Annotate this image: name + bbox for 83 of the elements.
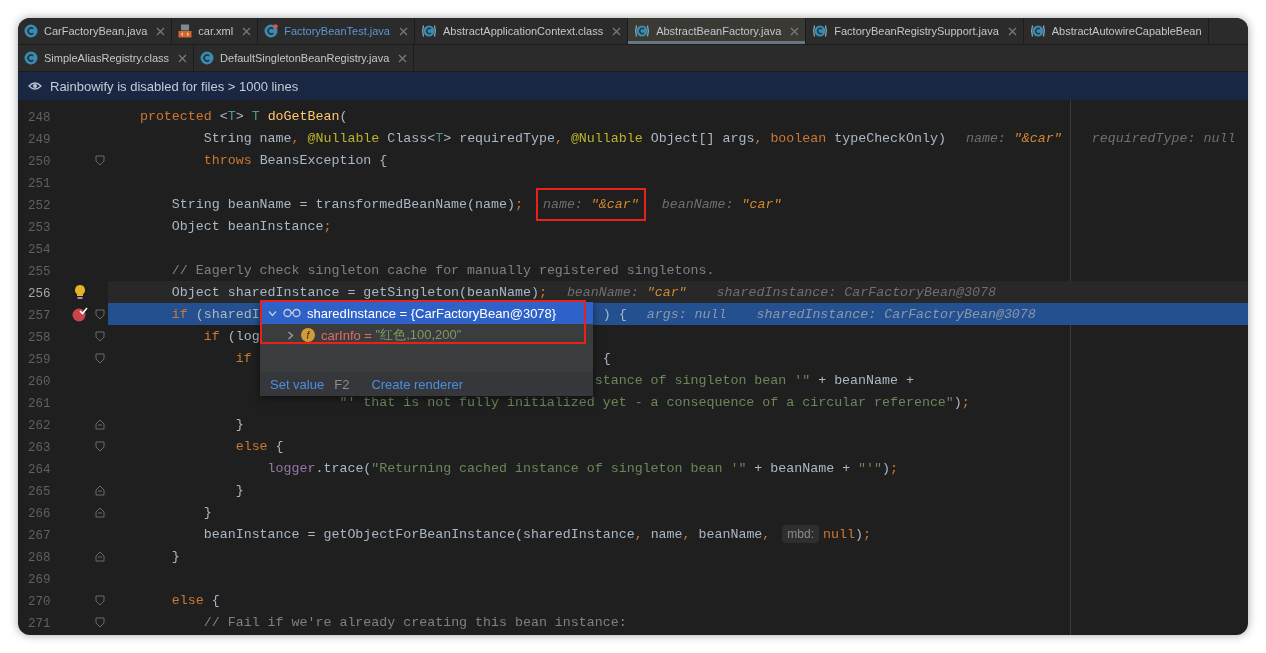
editor-tab[interactable]: AbstractBeanFactory.java: [628, 18, 807, 44]
inlay-hint: beanName: "car": [566, 284, 687, 300]
inlay-hint: requiredType: null: [1091, 130, 1236, 146]
action-link[interactable]: Set value: [270, 376, 325, 392]
file-icon: [264, 24, 279, 38]
file-icon: [812, 24, 829, 38]
code-text: String beanName = transformedBeanName(name);: [171, 196, 523, 212]
code-text: {: [602, 350, 611, 366]
line-number: 269: [28, 573, 51, 587]
shortcut-hint: F2: [334, 376, 350, 392]
line-number: 270: [28, 595, 51, 609]
code-text: null);: [823, 526, 871, 542]
file-icon: [200, 51, 215, 65]
line-number: 265: [28, 485, 51, 499]
code-text: }: [235, 482, 244, 498]
code-text: if (sharedI: [171, 306, 260, 322]
code-text: // Fail if we're already creating this bean instance:: [203, 614, 627, 630]
code-text: Object beanInstance;: [171, 218, 332, 234]
code-text: String name, @Nullable Class<T> requiredType, @Nullable Object[] args, boolean typeCheckOnly): [203, 130, 946, 146]
file-icon: [24, 51, 38, 65]
code-text: ) {: [602, 306, 627, 322]
code-text: else {: [171, 592, 220, 608]
parameter-hint: mbd:: [782, 525, 820, 543]
line-number: 268: [28, 551, 51, 565]
file-icon: [1029, 24, 1046, 38]
inlay-hint: sharedInstance: CarFactoryBean@3078: [716, 284, 996, 300]
editor-tab[interactable]: CarFactoryBean.java: [18, 18, 173, 44]
inlay-hint: sharedInstance: CarFactoryBean@3078: [756, 306, 1036, 322]
file-icon: [178, 24, 193, 38]
line-number: 261: [28, 397, 51, 411]
code-text: // Eagerly check singleton cache for manually registered singletons.: [171, 262, 715, 278]
field-badge: f: [301, 328, 315, 342]
line-number: 259: [28, 353, 51, 367]
file-icon: [24, 24, 38, 38]
line-number: 264: [28, 463, 51, 477]
editor-tab[interactable]: AbstractAutowireCapableBean: [1023, 18, 1209, 44]
code-text: if (log: [203, 328, 260, 344]
code-text: }: [203, 504, 212, 520]
code-text: }: [171, 548, 180, 564]
inlay-hint: name: "&car": [535, 187, 646, 221]
eye-icon: [28, 81, 42, 91]
code-text: "' that is not fully initialized yet - a consequence of a circular reference");: [339, 394, 970, 410]
code-text: logger.trace("Returning cached instance of singleton bean '" + beanName + "'");: [267, 460, 899, 476]
code-text: beanInstance = getObjectForBeanInstance(sharedInstance, name, beanName,: [203, 526, 771, 542]
line-number: 260: [28, 375, 51, 389]
line-number: 256: [28, 287, 51, 301]
line-number: 263: [28, 441, 51, 455]
line-number: 253: [28, 221, 51, 235]
editor-tab[interactable]: car.xml: [172, 18, 259, 44]
glasses-icon: [283, 308, 301, 318]
action-link[interactable]: Create renderer: [371, 376, 464, 392]
code-text: else {: [235, 438, 284, 454]
line-number: 266: [28, 507, 51, 521]
file-icon: [634, 24, 651, 38]
line-number: 262: [28, 419, 51, 433]
editor-tab[interactable]: FactoryBeanRegistrySupport.java: [806, 18, 1024, 44]
file-icon: [420, 24, 437, 38]
line-number: 271: [28, 617, 51, 631]
code-text: }: [235, 416, 244, 432]
line-number: 255: [28, 265, 51, 279]
line-number: 248: [28, 111, 51, 125]
code-text: throws BeansException {: [203, 152, 388, 168]
variable-row[interactable]: f carInfo = "红色,100,200": [260, 324, 593, 346]
line-number: 252: [28, 199, 51, 213]
inlay-hint: beanName: "car": [661, 196, 782, 212]
line-number: 257: [28, 309, 51, 323]
line-number: 258: [28, 331, 51, 345]
line-number: 249: [28, 133, 51, 147]
code-text: stance of singleton bean '" + beanName +: [594, 372, 914, 388]
line-number: 251: [28, 177, 51, 191]
editor-tab[interactable]: FactoryBeanTest.java: [258, 18, 415, 44]
editor-tab[interactable]: SimpleAliasRegistry.class: [18, 45, 195, 71]
code-text: if: [235, 350, 252, 366]
editor-tab[interactable]: DefaultSingletonBeanRegistry.java: [194, 45, 415, 71]
variable-row[interactable]: sharedInstance = {CarFactoryBean@3078}: [260, 302, 593, 324]
code-text: protected <T> T doGetBean(: [139, 108, 348, 124]
line-number: 267: [28, 529, 51, 543]
inlay-hint: args: null: [646, 306, 727, 322]
code-text: Object sharedInstance = getSingleton(beanName);: [171, 284, 547, 300]
banner-text: Rainbowify is disabled for files > 1000 lines: [50, 78, 299, 94]
line-number: 254: [28, 243, 51, 257]
inlay-hint: name: "&car": [965, 130, 1062, 146]
line-number: 250: [28, 155, 51, 169]
